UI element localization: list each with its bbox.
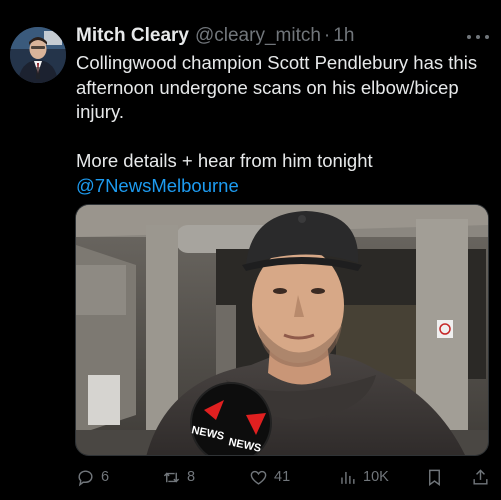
reply-icon	[78, 469, 93, 486]
video-frame: NEWS NEWS	[76, 205, 488, 455]
views-icon	[341, 471, 355, 484]
avatar-image	[10, 27, 66, 83]
separator-dot: ·	[323, 25, 331, 46]
bookmark-button[interactable]	[425, 463, 444, 491]
like-count: 41	[274, 469, 291, 485]
views-button[interactable]: 10K	[338, 463, 389, 491]
reply-count: 6	[101, 469, 110, 485]
avatar[interactable]	[10, 27, 66, 83]
like-button[interactable]: 41	[249, 463, 290, 491]
reply-button[interactable]: 6	[76, 463, 109, 491]
like-icon	[250, 470, 267, 485]
mention-link[interactable]: @7NewsMelbourne	[76, 175, 239, 196]
views-count: 10K	[363, 469, 389, 485]
tweet[interactable]: Mitch Cleary @cleary_mitch · 1h Collingw…	[0, 0, 501, 500]
action-bar: 6 8 41 10K	[76, 463, 494, 491]
tweet-text-paragraph-2: More details + hear from him tonight	[76, 150, 373, 171]
tweet-text-paragraph-1: Collingwood champion Scott Pendlebury ha…	[76, 52, 478, 122]
author-handle[interactable]: @cleary_mitch	[195, 25, 321, 47]
repost-count: 8	[187, 469, 196, 485]
tweet-header: Mitch Cleary @cleary_mitch · 1h	[76, 25, 354, 49]
bookmark-icon	[429, 469, 440, 486]
share-icon	[473, 468, 488, 485]
author-name[interactable]: Mitch Cleary	[76, 25, 189, 47]
more-icon[interactable]	[467, 30, 489, 44]
tweet-video-thumbnail[interactable]: NEWS NEWS	[75, 204, 489, 456]
repost-button[interactable]: 8	[162, 463, 195, 491]
share-button[interactable]	[471, 463, 490, 491]
tweet-text: Collingwood champion Scott Pendlebury ha…	[76, 51, 494, 198]
repost-icon	[163, 472, 180, 482]
timestamp[interactable]: 1h	[333, 25, 354, 47]
